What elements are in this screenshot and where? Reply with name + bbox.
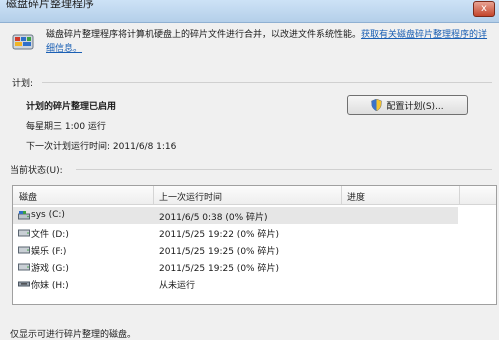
uac-shield-icon [371,99,383,111]
disk-name: 你妹 (H:) [31,281,69,291]
disk-name: 娱乐 (F:) [31,247,67,257]
last-run: 2011/6/5 0:38 (0% 碎片) [159,213,268,223]
disk-name: sys (C:) [31,210,65,220]
last-run: 2011/5/25 19:25 (0% 碎片) [159,247,279,257]
disk-name: 文件 (D:) [31,230,69,240]
schedule-section-label: 计划: [12,79,34,89]
hard-drive-icon [18,263,30,271]
close-button[interactable]: x [473,1,495,17]
drive-list[interactable]: 磁盘 上一次运行时间 进度 sys (C:) 2011/6/5 0:38 (0%… [12,185,497,305]
system-drive-icon [18,211,30,220]
last-run: 从未运行 [159,281,196,291]
defragmenter-icon [12,34,34,50]
table-row[interactable]: 游戏 (G:) 2011/5/25 19:25 (0% 碎片) [13,258,458,275]
list-header: 磁盘 上一次运行时间 进度 [13,186,496,205]
column-header-disk[interactable]: 磁盘 [19,190,37,203]
current-status-label: 当前状态(U): [10,166,63,176]
configure-schedule-button[interactable]: 配置计划(S)... [347,95,468,115]
column-header-last-run[interactable]: 上一次运行时间 [159,190,222,203]
title-bar: 磁盘碎片整理程序 x [0,0,499,23]
disk-name: 游戏 (G:) [31,264,69,274]
configure-schedule-label: 配置计划(S)... [386,101,444,112]
last-run: 2011/5/25 19:22 (0% 碎片) [159,230,279,240]
schedule-next-run: 下一次计划运行时间: 2011/6/8 1:16 [26,142,177,152]
table-row[interactable]: 娱乐 (F:) 2011/5/25 19:25 (0% 碎片) [13,241,458,258]
table-row[interactable]: 你妹 (H:) 从未运行 [13,275,458,292]
schedule-status: 计划的碎片整理已启用 [26,102,117,112]
table-row[interactable]: sys (C:) 2011/6/5 0:38 (0% 碎片) [13,207,458,224]
removable-drive-icon [18,281,30,287]
column-divider [459,186,460,204]
table-row[interactable]: 文件 (D:) 2011/5/25 19:22 (0% 碎片) [13,224,458,241]
column-header-progress[interactable]: 进度 [347,190,365,203]
description: 磁盘碎片整理程序将计算机硬盘上的碎片文件进行合并，以改进文件系统性能。获取有关磁… [46,28,492,56]
column-divider [341,186,342,204]
status-divider [76,169,492,170]
schedule-divider [42,82,492,83]
hard-drive-icon [18,246,30,254]
window-title: 磁盘碎片整理程序 [6,0,94,10]
column-divider [153,186,154,204]
description-text: 磁盘碎片整理程序将计算机硬盘上的碎片文件进行合并，以改进文件系统性能。 [46,30,362,40]
hard-drive-icon [18,229,30,237]
schedule-when: 每星期三 1:00 运行 [26,122,106,132]
last-run: 2011/5/25 19:25 (0% 碎片) [159,264,279,274]
footer-note: 仅显示可进行碎片整理的磁盘。 [10,330,137,340]
